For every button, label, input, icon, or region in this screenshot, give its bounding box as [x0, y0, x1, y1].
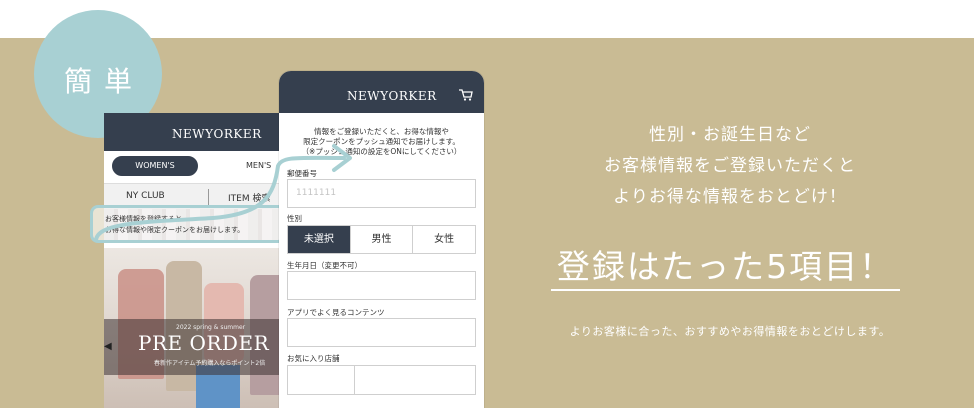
birthday-input[interactable]	[287, 271, 476, 300]
banner-season: 2022 spring & summer	[176, 324, 246, 331]
footnote: よりお客様に合った、おすすめやお得情報をおとどけします。	[569, 325, 891, 338]
copy-line-3: よりお得な情報をおとどけ！	[613, 187, 847, 207]
banner-subtitle: 春新作アイテム予約購入ならポイント2倍	[154, 360, 266, 367]
copy-line-1: 性別・お誕生日など	[649, 125, 811, 145]
copy-line-2: お客様情報をご登録いただくと	[604, 156, 856, 176]
favorite-store-selector[interactable]	[287, 365, 476, 395]
headline: 登録はたった5項目！	[556, 247, 895, 286]
banner-title: PRE ORDER	[138, 331, 270, 355]
page: 簡単 NEWYORKER WOMEN'S MEN'S NY CLUB ITEM …	[0, 0, 974, 408]
store-name-select[interactable]	[354, 366, 475, 394]
gender-option-female[interactable]: 女性	[412, 226, 476, 253]
left-chevron-icon[interactable]: ◀	[104, 341, 112, 352]
birthday-label: 生年月日（変更不可）	[287, 261, 362, 270]
content-label: アプリでよく見るコンテンツ	[287, 308, 385, 317]
brand-logo: NEWYORKER	[347, 89, 437, 103]
headline-underline	[551, 289, 900, 291]
easy-badge-text: 簡単	[63, 65, 144, 98]
cart-icon[interactable]	[459, 89, 473, 101]
store-label: お気に入り店舗	[287, 354, 340, 363]
front-phone-header: NEWYORKER	[279, 71, 484, 113]
arrow-connector-icon	[94, 144, 352, 242]
store-prefecture-select[interactable]	[288, 366, 354, 394]
feature-copy: 性別・お誕生日など お客様情報をご登録いただくと よりお得な情報をおとどけ！	[530, 120, 930, 213]
content-input[interactable]	[287, 318, 476, 347]
